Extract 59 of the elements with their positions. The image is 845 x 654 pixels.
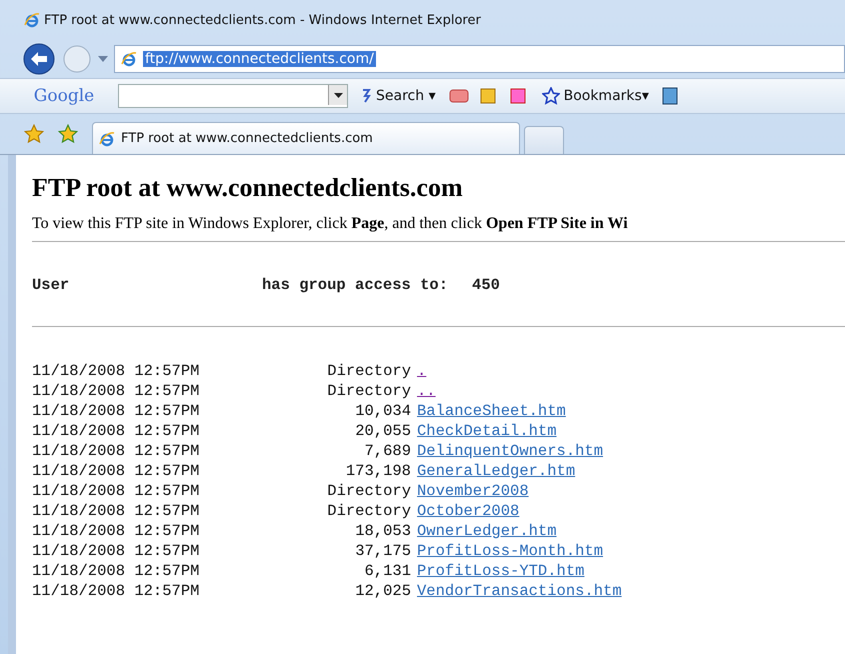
file-link[interactable]: BalanceSheet.htm <box>417 401 566 421</box>
access-label: has group access to: <box>262 276 448 294</box>
file-link[interactable]: OwnerLedger.htm <box>417 521 557 541</box>
toolbar-tool-icon[interactable] <box>660 87 679 105</box>
file-date: 11/18/2008 12:57PM <box>32 361 200 381</box>
search-button[interactable]: Search ▾ <box>356 88 440 104</box>
file-size: 37,175 <box>354 541 412 561</box>
file-link[interactable]: ProfitLoss-Month.htm <box>417 541 604 561</box>
file-size: Directory <box>326 381 412 401</box>
file-link[interactable]: GeneralLedger.htm <box>417 461 576 481</box>
file-link[interactable]: November2008 <box>417 481 529 501</box>
bookmarks-button[interactable]: Bookmarks▾ <box>538 87 653 105</box>
file-link[interactable]: CheckDetail.htm <box>417 421 557 441</box>
toolbar-tool-icon[interactable] <box>448 87 470 105</box>
file-date: 11/18/2008 12:57PM <box>32 421 200 441</box>
user-label: User <box>32 276 70 294</box>
page-icon <box>99 130 115 146</box>
back-icon[interactable] <box>22 42 56 76</box>
file-link[interactable]: DelinquentOwners.htm <box>417 441 604 461</box>
file-date: 11/18/2008 12:57PM <box>32 381 200 401</box>
file-date: 11/18/2008 12:57PM <box>32 461 200 481</box>
file-link[interactable]: ProfitLoss-YTD.htm <box>417 561 584 581</box>
file-date: 11/18/2008 12:57PM <box>32 541 200 561</box>
file-date: 11/18/2008 12:57PM <box>32 521 200 541</box>
file-link[interactable]: . <box>417 361 426 381</box>
caret-icon[interactable] <box>334 92 342 98</box>
file-date: 11/18/2008 12:57PM <box>32 401 200 421</box>
file-size: 7,689 <box>363 441 412 461</box>
favorites-star-icon[interactable] <box>24 124 44 144</box>
file-size: Directory <box>326 501 412 521</box>
file-size: 12,025 <box>354 581 412 601</box>
file-date: 11/18/2008 12:57PM <box>32 561 200 581</box>
star-icon <box>542 87 560 105</box>
address-field[interactable]: ftp://www.connectedclients.com/ <box>114 45 845 73</box>
toolbar-logo: Google <box>32 86 96 106</box>
file-date: 11/18/2008 12:57PM <box>32 481 200 501</box>
search-logo-icon <box>360 88 372 104</box>
file-size: 6,131 <box>363 561 412 581</box>
file-size: 173,198 <box>344 461 412 481</box>
window-title: FTP root at www.connectedclients.com - Windows Internet Explorer <box>44 12 481 28</box>
file-date: 11/18/2008 12:57PM <box>32 441 200 461</box>
file-size: 20,055 <box>354 421 412 441</box>
file-size: 18,053 <box>354 521 412 541</box>
new-tab-button[interactable] <box>524 126 564 154</box>
file-size: 10,034 <box>354 401 412 421</box>
page-icon <box>121 51 137 67</box>
page-heading: FTP root at www.connectedclients.com <box>32 173 464 203</box>
file-date: 11/18/2008 12:57PM <box>32 501 200 521</box>
intro-text: To view this FTP site in Windows Explorer, click Page, and then click Open FTP Site in Wi <box>32 215 629 234</box>
file-size: Directory <box>326 481 412 501</box>
group-number: 450 <box>472 276 500 294</box>
file-link[interactable]: .. <box>417 381 436 401</box>
file-size: Directory <box>326 361 412 381</box>
search-field[interactable] <box>118 84 348 108</box>
browser-logo-icon <box>24 12 40 28</box>
file-link[interactable]: October2008 <box>417 501 520 521</box>
file-link[interactable]: VendorTransactions.htm <box>417 581 622 601</box>
file-date: 11/18/2008 12:57PM <box>32 581 200 601</box>
browser-tab[interactable]: FTP root at www.connectedclients.com <box>92 122 520 154</box>
